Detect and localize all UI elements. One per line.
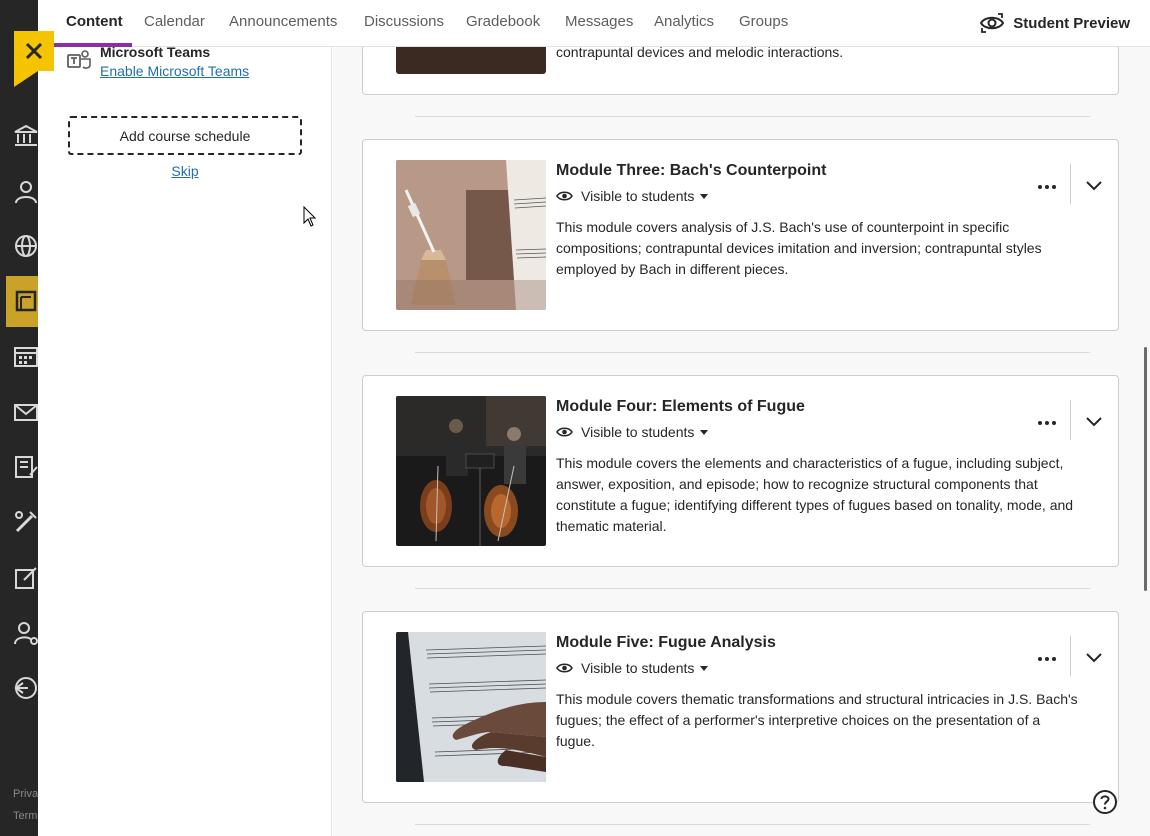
more-options-icon <box>1038 421 1056 425</box>
active-tab-indicator <box>54 43 132 47</box>
module-description: This module covers analysis of J.S. Bach… <box>556 219 1042 277</box>
eye-icon <box>556 427 573 437</box>
visibility-label: Visible to students <box>581 188 695 204</box>
module-separator <box>415 824 1090 825</box>
microsoft-teams-section: Microsoft Teams Enable Microsoft Teams <box>66 43 249 81</box>
microsoft-teams-icon <box>67 50 91 69</box>
more-options-button[interactable] <box>1036 176 1058 198</box>
chevron-down-icon <box>700 193 709 199</box>
module-separator <box>415 588 1090 589</box>
skip-link[interactable]: Skip <box>38 163 332 179</box>
app-navigation: Priva Term <box>0 0 38 836</box>
mouse-cursor-icon <box>303 206 317 227</box>
course-tab-bar: Content Calendar Announcements Discussio… <box>38 0 1150 47</box>
module-card[interactable]: Module Four: Elements of Fugue Visible t… <box>362 375 1119 567</box>
tab-calendar[interactable]: Calendar <box>144 13 205 30</box>
tab-gradebook[interactable]: Gradebook <box>466 13 540 30</box>
module-thumbnail <box>396 47 546 74</box>
close-icon <box>25 42 43 60</box>
student-preview-label: Student Preview <box>1013 14 1130 32</box>
module-title[interactable]: Module Four: Elements of Fugue <box>556 398 805 416</box>
close-course-button[interactable] <box>14 31 54 71</box>
more-options-icon <box>1038 185 1056 189</box>
module-separator <box>415 352 1090 353</box>
module-thumbnail-orchestra <box>396 396 546 546</box>
module-card[interactable]: Module Three: Bach's Counterpoint Visibl… <box>362 139 1119 331</box>
visibility-dropdown[interactable]: Visible to students <box>556 188 709 204</box>
chevron-down-icon <box>700 429 709 435</box>
more-options-button[interactable] <box>1036 412 1058 434</box>
tab-discussions[interactable]: Discussions <box>364 13 444 30</box>
eye-icon <box>556 191 573 201</box>
enable-microsoft-teams-link[interactable]: Enable Microsoft Teams <box>100 61 249 81</box>
tools-icon[interactable] <box>12 508 38 536</box>
module-thumbnail-metronome <box>396 160 546 310</box>
add-course-schedule-button[interactable]: Add course schedule <box>68 116 302 155</box>
module-separator <box>415 116 1090 117</box>
module-title[interactable]: Module Three: Bach's Counterpoint <box>556 162 826 180</box>
tab-announcements[interactable]: Announcements <box>229 13 337 30</box>
visibility-dropdown[interactable]: Visible to students <box>556 660 709 676</box>
module-description: This module covers thematic transformati… <box>556 691 1078 749</box>
admin-user-icon[interactable] <box>12 619 38 647</box>
expand-module-button[interactable] <box>1083 410 1105 432</box>
courses-icon[interactable] <box>12 287 38 315</box>
module-description: contrapuntal devices and melodic interac… <box>556 47 844 60</box>
globe-icon[interactable] <box>12 232 38 260</box>
expand-module-button[interactable] <box>1083 174 1105 196</box>
tab-messages[interactable]: Messages <box>565 13 633 30</box>
sign-out-icon[interactable] <box>12 674 38 702</box>
action-divider <box>1070 164 1071 204</box>
profile-icon[interactable] <box>12 178 38 206</box>
chevron-down-icon <box>700 665 709 671</box>
edit-icon[interactable] <box>12 564 38 592</box>
student-preview-icon <box>980 13 1005 33</box>
privacy-link[interactable]: Priva <box>13 788 38 800</box>
visibility-label: Visible to students <box>581 660 695 676</box>
institution-icon[interactable] <box>12 122 38 150</box>
tab-analytics[interactable]: Analytics <box>654 13 714 30</box>
visibility-dropdown[interactable]: Visible to students <box>556 424 709 440</box>
more-options-icon <box>1038 657 1056 661</box>
visibility-label: Visible to students <box>581 424 695 440</box>
calendar-icon[interactable] <box>12 342 38 370</box>
messages-icon[interactable] <box>12 398 38 426</box>
module-card[interactable]: Module Five: Fugue Analysis Visible to s… <box>362 611 1119 803</box>
module-title[interactable]: Module Five: Fugue Analysis <box>556 634 776 652</box>
grades-icon[interactable] <box>12 453 38 481</box>
more-options-button[interactable] <box>1036 648 1058 670</box>
action-divider <box>1070 636 1071 676</box>
module-description: This module covers the elements and char… <box>556 455 1074 534</box>
action-divider <box>1070 400 1071 440</box>
module-thumbnail-sheet-music <box>396 632 546 782</box>
terms-link[interactable]: Term <box>13 810 37 822</box>
course-panel: Content Calendar Announcements Discussio… <box>38 0 1150 836</box>
tab-content[interactable]: Content <box>66 13 123 30</box>
content-scrollbar[interactable] <box>1144 347 1147 591</box>
module-card-partial: contrapuntal devices and melodic interac… <box>362 47 1119 95</box>
expand-module-button[interactable] <box>1083 646 1105 668</box>
help-button[interactable] <box>1092 789 1118 815</box>
tab-groups[interactable]: Groups <box>739 13 788 30</box>
course-content-area: contrapuntal devices and melodic interac… <box>333 47 1150 836</box>
eye-icon <box>556 663 573 673</box>
course-details-column: Microsoft Teams Enable Microsoft Teams A… <box>38 44 332 836</box>
student-preview-button[interactable]: Student Preview <box>979 12 1130 34</box>
close-button-tail <box>14 71 38 87</box>
